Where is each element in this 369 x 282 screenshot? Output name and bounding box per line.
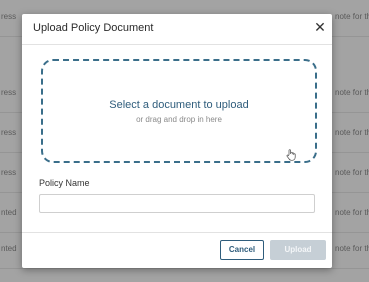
cell-note: note for th [335, 244, 369, 253]
cancel-button[interactable]: Cancel [220, 240, 264, 260]
cell-status: nted [1, 208, 17, 217]
modal-title: Upload Policy Document [33, 22, 154, 34]
file-dropzone[interactable]: Select a document to upload or drag and … [41, 59, 317, 163]
dropzone-subtitle: or drag and drop in here [136, 115, 222, 124]
hand-cursor-icon [286, 149, 296, 161]
cell-status: ress [1, 128, 17, 137]
cell-note: note for th [335, 208, 369, 217]
cell-note: note for th [335, 88, 369, 97]
cell-status: ress [1, 88, 17, 97]
upload-policy-modal: Upload Policy Document ✕ Select a docume… [22, 14, 332, 268]
modal-header: Upload Policy Document ✕ [22, 14, 332, 45]
cell-note: note for th [335, 12, 369, 21]
cell-status: ress [1, 168, 17, 177]
cell-status: nted [1, 244, 17, 253]
policy-name-input[interactable] [39, 194, 315, 213]
cell-note: note for th [335, 168, 369, 177]
close-icon[interactable]: ✕ [312, 19, 328, 37]
upload-button[interactable]: Upload [270, 240, 326, 260]
cell-note: note for th [335, 128, 369, 137]
policy-name-label: Policy Name [39, 178, 90, 188]
dropzone-title: Select a document to upload [109, 99, 249, 111]
cell-status: ress [1, 12, 17, 21]
footer-divider [22, 232, 332, 233]
